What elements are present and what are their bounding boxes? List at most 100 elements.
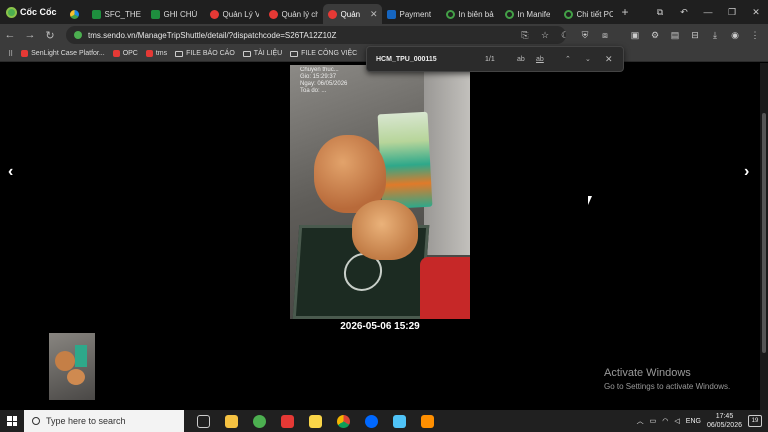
coccoc-taskbar-button[interactable] <box>246 410 272 432</box>
tab-label: Quản <box>340 9 361 19</box>
tab-active[interactable]: Quản ✕ <box>322 4 382 24</box>
app-icon <box>420 414 434 428</box>
sendo-icon <box>268 9 278 19</box>
back-icon[interactable]: ← <box>0 29 20 41</box>
watermark-subtitle: Go to Settings to activate Windows. <box>604 382 731 391</box>
folder-icon <box>290 50 299 57</box>
scrollbar-thumb[interactable] <box>762 113 766 353</box>
bookmark-star-icon[interactable]: ☆ <box>536 30 554 41</box>
zalo-button[interactable] <box>358 410 384 432</box>
tab-ghichu[interactable]: GHI CHÚ <box>146 4 205 24</box>
shield-icon[interactable]: ⛨ <box>576 30 594 41</box>
page-scrollbar[interactable] <box>760 63 768 410</box>
window-controls: ⧉ ↶ — ❐ ✕ <box>648 0 768 24</box>
find-input[interactable]: HCM_TPU_000115 <box>376 56 437 63</box>
find-previous-icon[interactable]: ⌃ <box>565 55 571 63</box>
file-explorer-button[interactable] <box>218 410 244 432</box>
taskbar-search[interactable]: Type here to search <box>24 410 184 432</box>
find-next-icon[interactable]: ⌄ <box>585 55 591 63</box>
apps-grid-icon[interactable]: ⠿ <box>8 50 13 58</box>
browser-brand[interactable]: Cốc Cốc <box>0 0 65 24</box>
restore-icon[interactable]: ❐ <box>720 7 744 18</box>
photo-timestamp-stamp: Chuyen thuc... Gio: 15:29:37 Ngay: 06/05… <box>300 67 348 94</box>
site-info-icon[interactable] <box>74 31 82 39</box>
folder-icon <box>242 50 251 57</box>
folder-icon <box>224 414 238 428</box>
tab-drive[interactable] <box>65 4 87 24</box>
close-tab-icon[interactable]: ✕ <box>370 9 378 20</box>
new-tab-icon[interactable]: + <box>622 5 629 19</box>
tab-sfc[interactable]: SFC_THEO <box>87 4 146 24</box>
chrome-button[interactable] <box>330 410 356 432</box>
tab-chi-tiet[interactable]: Chi tiết PC <box>559 4 618 24</box>
wps-button[interactable] <box>274 410 300 432</box>
next-image-button[interactable]: › <box>744 163 749 181</box>
tray-chevron-icon[interactable]: ︿ <box>637 416 644 426</box>
tab-label: In Manife <box>517 9 551 19</box>
chrome-icon <box>336 414 350 428</box>
dark-mode-icon[interactable]: ☾ <box>556 30 574 41</box>
mouse-cursor-icon <box>588 196 592 205</box>
toolbar-icons: ⎘ ☆ ☾ ⛨ ⧈ ▣ ⚙ ▤ ⊟ ⤓ ◉ ⋮ <box>516 24 764 46</box>
sticky-notes-button[interactable] <box>302 410 328 432</box>
tab-view-icon[interactable]: ⊟ <box>686 30 704 41</box>
forward-icon[interactable]: → <box>20 29 40 41</box>
menu-icon[interactable]: ⋮ <box>746 30 764 41</box>
tab-quanly-v[interactable]: Quản Lý V <box>205 4 264 24</box>
extensions-icon[interactable]: ⧈ <box>596 30 614 41</box>
tab-quanly-ch[interactable]: Quản lý ch <box>264 4 323 24</box>
extension-app-icon[interactable]: ▣ <box>626 30 644 41</box>
wps-icon <box>280 414 294 428</box>
find-match-count: 1/1 <box>485 55 495 63</box>
bookmark-file-cong-viec[interactable]: FILE CÔNG VIỆC <box>290 50 357 57</box>
tab-in-bien-ban[interactable]: In biên bả <box>441 4 500 24</box>
screenshot-icon[interactable]: ⧉ <box>648 7 672 18</box>
image-viewer: ‹ › Chuyen thuc... Gio: 15:29:37 Ngay: 0… <box>0 63 768 410</box>
sendo-icon <box>209 9 219 19</box>
url-text[interactable]: tms.sendo.vn/ManageTripShuttle/detail/?d… <box>88 31 336 40</box>
bookmark-opc[interactable]: OPC <box>112 50 138 57</box>
bookmark-label: SenLight Case Platfor... <box>31 50 105 57</box>
notepad-button[interactable] <box>386 410 412 432</box>
photo-thumbnail[interactable] <box>49 333 95 400</box>
folder-icon <box>175 50 184 57</box>
tab-label: Payment <box>399 9 432 19</box>
start-button[interactable] <box>0 410 24 432</box>
tab-label: Quản Lý V <box>222 9 259 19</box>
task-view-button[interactable] <box>190 410 216 432</box>
tab-label: Quản lý ch <box>281 9 318 19</box>
volume-icon[interactable]: ◁ <box>674 417 679 425</box>
green-ring-icon <box>445 9 455 19</box>
close-window-icon[interactable]: ✕ <box>744 7 768 18</box>
bookmark-tai-lieu[interactable]: TÀI LIỆU <box>242 50 282 57</box>
match-case-icon[interactable]: ab <box>517 56 525 63</box>
photo-chair <box>420 257 470 319</box>
app-button[interactable] <box>414 410 440 432</box>
green-ring-icon <box>504 9 514 19</box>
profile-icon[interactable]: ◉ <box>726 30 744 41</box>
tab-in-manifest[interactable]: In Manife <box>500 4 559 24</box>
reload-icon[interactable]: ↻ <box>40 29 60 42</box>
back-history-icon[interactable]: ↶ <box>672 7 696 18</box>
bookmark-senlight[interactable]: SenLight Case Platfor... <box>21 50 105 57</box>
bookmark-tms[interactable]: tms <box>145 50 168 57</box>
browser-toolbar: ← → ↻ tms.sendo.vn/ManageTripShuttle/det… <box>0 24 768 46</box>
bookmark-file-bao-cao[interactable]: FILE BÁO CÁO <box>175 50 235 57</box>
download-icon[interactable]: ⤓ <box>706 30 724 41</box>
tab-payment[interactable]: Payment <box>382 4 441 24</box>
prev-image-button[interactable]: ‹ <box>8 163 13 181</box>
find-close-icon[interactable]: ✕ <box>605 54 613 65</box>
translate-icon[interactable]: ⎘ <box>516 30 534 41</box>
settings-icon[interactable]: ⚙ <box>646 30 664 41</box>
minimize-icon[interactable]: — <box>696 7 720 17</box>
network-icon[interactable]: ▭ <box>650 417 657 425</box>
whole-word-icon[interactable]: ab <box>536 56 544 63</box>
clock[interactable]: 17:45 06/05/2026 <box>707 412 742 430</box>
bookmark-label: tms <box>155 50 168 57</box>
wifi-icon[interactable]: ◠ <box>662 417 668 425</box>
notification-badge[interactable]: 19 <box>748 415 762 427</box>
language-icon[interactable]: ENG <box>686 418 701 425</box>
sidebar-icon[interactable]: ▤ <box>666 30 684 41</box>
zalo-icon <box>364 414 378 428</box>
address-bar[interactable]: tms.sendo.vn/ManageTripShuttle/detail/?d… <box>66 26 566 44</box>
